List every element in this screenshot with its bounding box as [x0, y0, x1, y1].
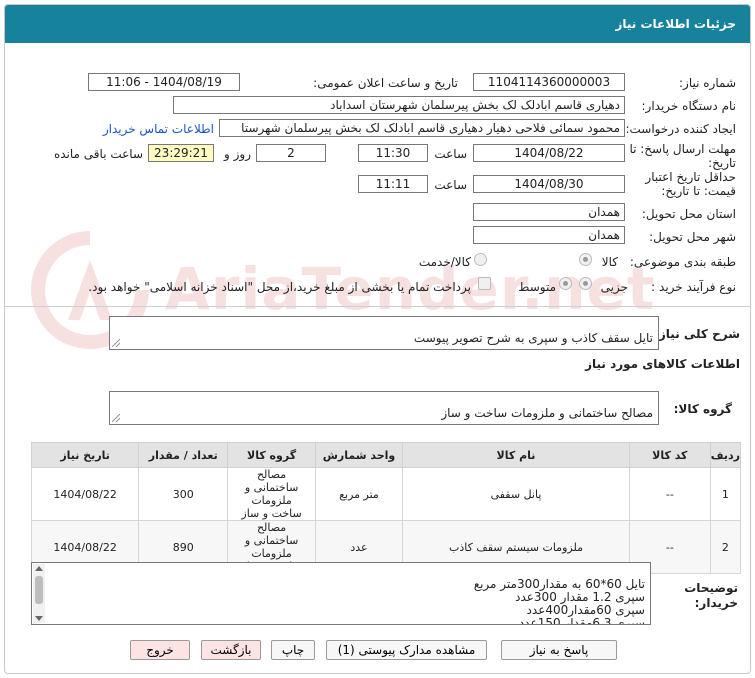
cell-row: 2 [709, 520, 742, 574]
cell-row: 1 [709, 467, 742, 521]
buyer-notes-textarea[interactable]: تایل 60*60 به مقدار300متر مربع سپری 1.2 … [31, 562, 651, 625]
exit-button[interactable]: خروج [130, 640, 190, 660]
notes-scrollbar[interactable] [33, 564, 45, 623]
need-number-label: شماره نیاز: [679, 76, 736, 90]
city-label: شهر محل تحویل: [649, 230, 736, 244]
remaining-time-label: ساعت باقی مانده [53, 147, 143, 161]
summary-textarea[interactable]: تایل سقف کاذب و سپری به شرح تصویر پیوست [109, 316, 659, 350]
treasury-payment-checkbox[interactable] [478, 277, 491, 290]
category-goods-service-radio[interactable] [474, 253, 487, 266]
table-header-row: ردیف کد کالا نام کالا واحد شمارش گروه کا… [30, 442, 742, 468]
reply-button[interactable]: پاسخ به نیاز [501, 640, 617, 660]
col-name: نام کالا [402, 442, 630, 468]
goods-group-textarea[interactable]: مصالح ساختمانی و ملزومات ساخت و ساز [109, 391, 659, 425]
announce-field: 1404/08/19 - 11:06 [88, 73, 240, 91]
validity-date-field: 1404/08/30 [473, 175, 625, 193]
need-details-panel: جزئیات اطلاعات نیاز AriaTender.net شماره… [4, 4, 751, 674]
goods-group-label: گروه کالا: [673, 402, 732, 416]
back-button[interactable]: بازگشت [201, 640, 261, 660]
process-partial-label: جزیی [600, 280, 628, 294]
buyer-notes-label: توضیحات خریدار: [684, 581, 738, 610]
process-partial-radio[interactable] [579, 277, 592, 290]
panel-title: جزئیات اطلاعات نیاز [5, 5, 750, 43]
reply-deadline-label: مهلت ارسال پاسخ: تا تاریخ: [629, 142, 736, 170]
goods-group-text: مصالح ساختمانی و ملزومات ساخت و ساز [441, 406, 653, 420]
requester-field: محمود سمائی فلاحی دهیار دهیاری قاسم اباد… [219, 119, 625, 137]
category-label: طبقه بندی موضوعی: [629, 255, 736, 269]
cell-qty: 300 [138, 467, 229, 521]
price-validity-label: حداقل تاریخ اعتبار قیمت: تا تاریخ: [645, 170, 736, 198]
payment-note: پرداخت تمام یا بخشی از مبلغ خرید،از محل … [88, 280, 471, 294]
cell-code: -- [628, 467, 711, 521]
col-qty: تعداد / مقدار [138, 442, 229, 468]
province-label: استان محل تحویل: [641, 207, 736, 221]
print-button[interactable]: چاپ [271, 640, 315, 660]
resize-handle-icon[interactable] [112, 414, 120, 422]
scroll-up-icon[interactable] [35, 566, 43, 571]
summary-text: تایل سقف کاذب و سپری به شرح تصویر پیوست [413, 331, 653, 345]
scroll-thumb[interactable] [35, 576, 43, 604]
process-medium-radio[interactable] [559, 277, 572, 290]
cell-group: مصالح ساختمانی و ملزومات ساخت و ساز [227, 467, 316, 521]
summary-label: شرح کلی نیاز: [654, 327, 740, 341]
validity-time-field: 11:11 [358, 175, 428, 193]
cell-date: 1404/08/22 [30, 467, 140, 521]
province-field: همدان [473, 203, 625, 221]
table-row[interactable]: 1 -- پانل سقفی متر مربع مصالح ساختمانی و… [30, 467, 742, 521]
need-number-field: 1104114360000003 [473, 73, 625, 91]
city-field: همدان [473, 226, 625, 244]
remaining-time-field: 23:29:21 [148, 144, 214, 162]
announce-label: تاریخ و ساعت اعلان عمومی: [313, 76, 458, 90]
col-unit: واحد شمارش [314, 442, 404, 468]
category-goods-radio[interactable] [579, 253, 592, 266]
cell-unit: متر مربع [314, 467, 404, 521]
requester-label: ایجاد کننده درخواست: [625, 122, 736, 136]
process-label: نوع فرآیند خرید : [651, 280, 736, 294]
buyer-contact-link[interactable]: اطلاعات تماس خریدار [103, 122, 214, 136]
section-divider [5, 306, 750, 307]
buyer-org-field: دهیاری قاسم ابادلک لک بخش پیرسلمان شهرست… [173, 96, 625, 114]
col-code: کد کالا [628, 442, 711, 468]
cell-name: پانل سقفی [402, 467, 630, 521]
col-group: گروه کالا [227, 442, 316, 468]
goods-table: ردیف کد کالا نام کالا واحد شمارش گروه کا… [30, 442, 742, 574]
goods-info-title: اطلاعات کالاهای مورد نیاز [585, 357, 740, 371]
reply-date-field: 1404/08/22 [473, 144, 625, 162]
category-goods-label: کالا [601, 255, 618, 269]
resize-handle-icon[interactable] [112, 339, 120, 347]
reply-time-label: ساعت [434, 147, 467, 161]
days-remaining-field: 2 [256, 144, 326, 162]
col-row: ردیف [709, 442, 742, 468]
category-goods-service-label: کالا/خدمت [418, 255, 471, 269]
scroll-down-icon[interactable] [35, 616, 43, 621]
buyer-notes-text: تایل 60*60 به مقدار300متر مربع سپری 1.2 … [473, 577, 645, 625]
col-date: تاریخ نیاز [30, 442, 140, 468]
view-attachments-button[interactable]: مشاهده مدارک پیوستی (1) [326, 640, 487, 660]
process-medium-label: متوسط [518, 280, 556, 294]
reply-time-field: 11:30 [358, 144, 428, 162]
validity-time-label: ساعت [434, 178, 467, 192]
days-label: روز و [224, 147, 251, 161]
buyer-org-label: نام دستگاه خریدار: [641, 99, 737, 113]
